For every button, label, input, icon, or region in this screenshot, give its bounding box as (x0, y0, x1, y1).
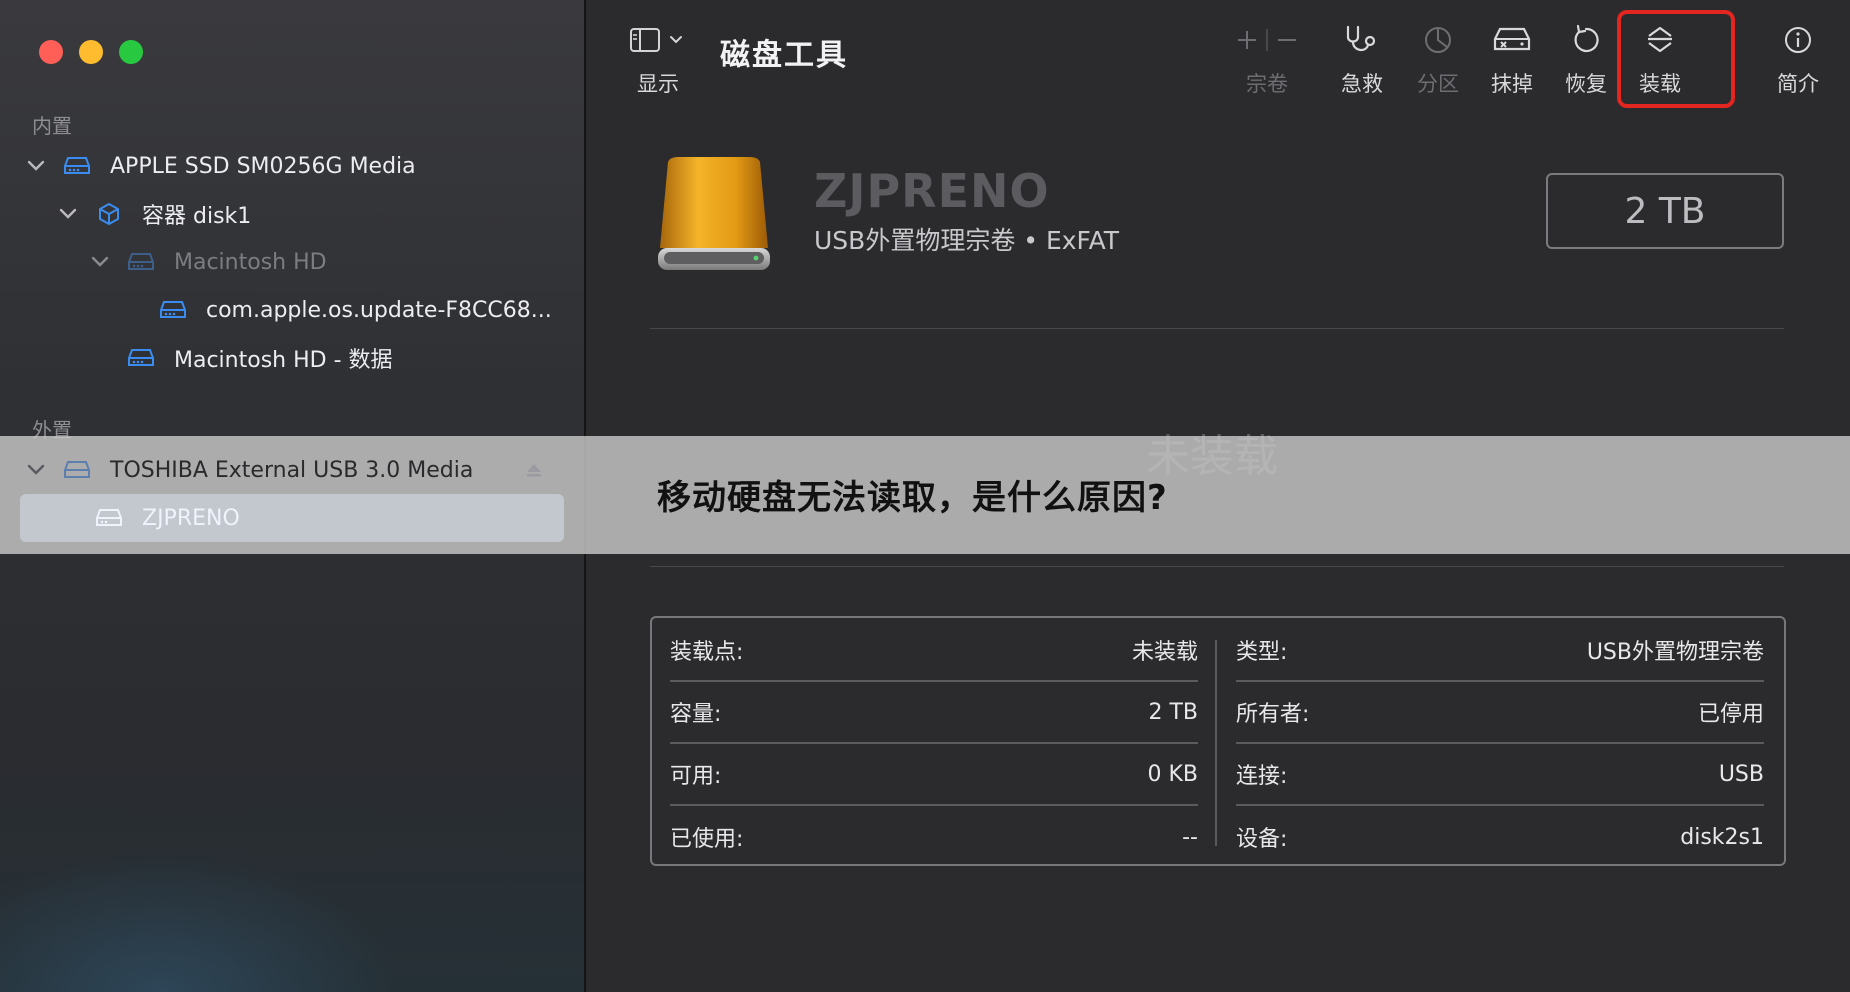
external-drive-icon (63, 458, 91, 482)
sidebar-item-os-update[interactable]: com.apple.os.update-F8CC68... (0, 288, 584, 332)
sidebar-item-label: Macintosh HD (174, 249, 327, 275)
info-key: 容量: (670, 702, 722, 727)
info-value: 2 TB (1148, 699, 1198, 725)
partition-button[interactable]: 分区 (1412, 20, 1464, 100)
eject-icon[interactable] (520, 458, 548, 482)
info-key: 可用: (670, 764, 722, 789)
volume-icon (159, 298, 187, 322)
info-label: 简介 (1777, 72, 1819, 96)
zoom-window-button[interactable] (119, 40, 143, 64)
first-aid-label: 急救 (1341, 72, 1383, 96)
info-row-used: 已使用: -- (670, 806, 1198, 868)
info-value: disk2s1 (1680, 824, 1764, 850)
external-drive-icon (656, 156, 772, 274)
volume-name: ZJPRENO (814, 164, 1050, 218)
info-key: 连接: (1236, 764, 1288, 789)
chevron-down-icon[interactable] (25, 155, 47, 177)
info-row-device: 设备: disk2s1 (1236, 806, 1764, 868)
sidebar-item-apple-ssd[interactable]: APPLE SSD SM0256G Media (0, 144, 584, 188)
sidebar-item-label: com.apple.os.update-F8CC68... (206, 297, 552, 323)
partition-label: 分区 (1417, 72, 1459, 96)
info-row-connection: 连接: USB (1236, 744, 1764, 806)
divider (650, 328, 1784, 329)
chevron-down-icon[interactable] (25, 459, 47, 481)
sidebar-item-label: 容器 disk1 (142, 204, 252, 229)
info-button[interactable]: 简介 (1772, 20, 1824, 100)
info-value: 已停用 (1697, 702, 1764, 727)
info-key: 已使用: (670, 827, 744, 852)
plus-minus-icon (1232, 20, 1302, 60)
volume-subtitle: USB外置物理宗卷 • ExFAT (814, 226, 1120, 255)
minimize-window-button[interactable] (79, 40, 103, 64)
info-value: 未装载 (1131, 640, 1198, 665)
close-window-button[interactable] (39, 40, 63, 64)
erase-drive-icon (1492, 20, 1532, 60)
info-key: 类型: (1236, 640, 1288, 665)
info-key: 所有者: (1236, 702, 1310, 727)
restore-arrow-icon (1569, 20, 1603, 60)
chevron-down-icon[interactable] (57, 203, 79, 225)
volume-label: 宗卷 (1246, 72, 1288, 96)
sidebar-item-label: ZJPRENO (142, 505, 240, 531)
divider (650, 566, 1784, 567)
sidebar-section-internal: 内置 (32, 114, 72, 138)
sidebar-item-toshiba[interactable]: TOSHIBA External USB 3.0 Media (0, 448, 584, 492)
first-aid-button[interactable]: 急救 (1336, 20, 1388, 100)
erase-label: 抹掉 (1491, 72, 1533, 96)
info-row-owners: 所有者: 已停用 (1236, 682, 1764, 744)
info-value: 0 KB (1147, 761, 1198, 787)
volume-add-remove-button[interactable]: 宗卷 (1228, 20, 1306, 100)
info-value: USB (1718, 761, 1764, 787)
sidebar-item-container-disk1[interactable]: 容器 disk1 (0, 192, 584, 236)
info-value: -- (1182, 824, 1198, 850)
stethoscope-icon (1342, 20, 1382, 60)
view-toggle-button[interactable]: 显示 (626, 20, 690, 100)
mount-highlight-annotation (1617, 10, 1735, 108)
info-icon (1781, 20, 1815, 60)
restore-label: 恢复 (1565, 72, 1607, 96)
sidebar-item-label: Macintosh HD - 数据 (174, 348, 393, 373)
erase-button[interactable]: 抹掉 (1486, 20, 1538, 100)
internal-drive-icon (63, 154, 91, 178)
pie-chart-icon (1421, 20, 1455, 60)
info-row-available: 可用: 0 KB (670, 744, 1198, 806)
banner-headline: 移动硬盘无法读取，是什么原因? (657, 478, 1168, 518)
volume-size-badge: 2 TB (1546, 173, 1784, 249)
wallpaper-tint (0, 850, 400, 992)
info-row-capacity: 容量: 2 TB (670, 682, 1198, 744)
info-key: 装载点: (670, 640, 744, 665)
restore-button[interactable]: 恢复 (1560, 20, 1612, 100)
sidebar-item-label: APPLE SSD SM0256G Media (110, 153, 416, 179)
container-cube-icon (95, 202, 123, 226)
info-row-type: 类型: USB外置物理宗卷 (1236, 620, 1764, 682)
info-value: USB外置物理宗卷 (1586, 640, 1764, 665)
info-table-divider (1215, 640, 1217, 846)
chevron-down-icon[interactable] (89, 251, 111, 273)
sidebar-item-zjpreno[interactable]: ZJPRENO (0, 496, 584, 540)
view-label: 显示 (637, 72, 679, 96)
volume-icon (127, 346, 155, 370)
sidebar-item-macintosh-hd[interactable]: Macintosh HD (0, 240, 584, 284)
volume-icon (95, 506, 123, 530)
sidebar-item-label: TOSHIBA External USB 3.0 Media (110, 457, 474, 483)
info-key: 设备: (1236, 827, 1288, 852)
sidebar-item-macintosh-hd-data[interactable]: Macintosh HD - 数据 (0, 336, 584, 380)
disk-utility-window: 内置 APPLE SSD SM0256G Media 容器 disk1 Maci… (0, 0, 1850, 992)
info-row-mount-point: 装载点: 未装载 (670, 620, 1198, 682)
window-title: 磁盘工具 (720, 38, 848, 73)
volume-icon (127, 250, 155, 274)
sidebar-toggle-icon (627, 20, 689, 60)
